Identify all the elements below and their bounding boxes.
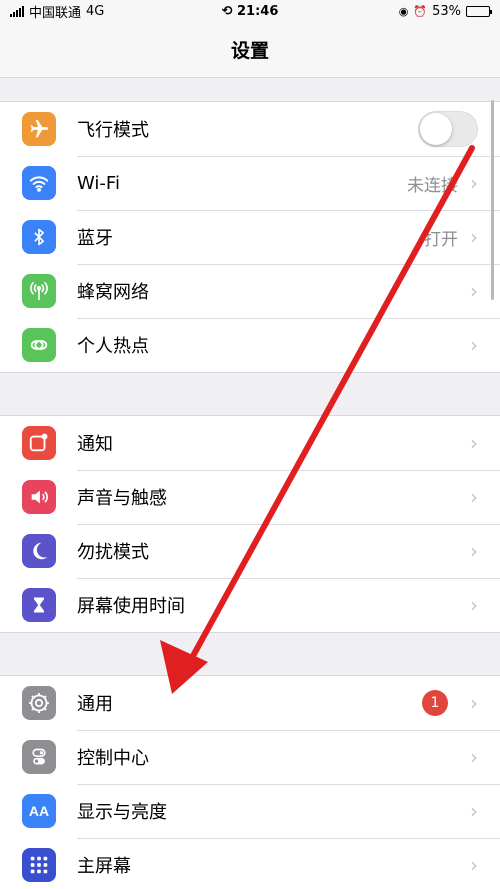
settings-row-control-center[interactable]: 控制中心 › bbox=[0, 730, 500, 784]
alarm-icon: ⏰ bbox=[413, 4, 428, 18]
settings-row-label: 声音与触感 bbox=[77, 488, 167, 509]
settings-group-notifications: 通知 › 声音与触感 › 勿扰模式 › 屏幕使用时间 › bbox=[0, 415, 500, 633]
chevron-right-icon: › bbox=[470, 853, 478, 877]
chevron-right-icon: › bbox=[470, 745, 478, 769]
home-screen-icon bbox=[22, 848, 56, 882]
settings-row-sounds[interactable]: 声音与触感 › bbox=[0, 470, 500, 524]
settings-row-label: 控制中心 bbox=[77, 748, 149, 769]
chevron-right-icon: › bbox=[470, 485, 478, 509]
settings-row-label: Wi-Fi bbox=[77, 172, 120, 194]
settings-row-airplane-mode[interactable]: 飞行模式 bbox=[0, 102, 500, 156]
hotspot-icon bbox=[22, 328, 56, 362]
clock: 21:46 bbox=[237, 3, 279, 19]
notifications-icon bbox=[22, 426, 56, 460]
orientation-lock-icon: ⟲ bbox=[221, 3, 233, 19]
settings-row-notifications[interactable]: 通知 › bbox=[0, 416, 500, 470]
settings-row-hotspot[interactable]: 个人热点 › bbox=[0, 318, 500, 372]
signal-icon bbox=[10, 5, 24, 17]
wifi-icon bbox=[22, 166, 56, 200]
control-center-icon bbox=[22, 740, 56, 774]
settings-row-bluetooth[interactable]: 蓝牙 打开 › bbox=[0, 210, 500, 264]
chevron-right-icon: › bbox=[470, 431, 478, 455]
chevron-right-icon: › bbox=[470, 593, 478, 617]
bluetooth-icon bbox=[22, 220, 56, 254]
settings-row-label: 通知 bbox=[77, 434, 113, 455]
chevron-right-icon: › bbox=[470, 333, 478, 357]
status-bar: 中国联通 4G ⟲ 21:46 ◉ ⏰ 53% bbox=[0, 0, 500, 22]
gear-icon bbox=[22, 686, 56, 720]
update-badge: 1 bbox=[422, 690, 448, 716]
network-type: 4G bbox=[86, 3, 105, 19]
cellular-icon bbox=[22, 274, 56, 308]
settings-row-label: 勿扰模式 bbox=[77, 542, 149, 563]
settings-row-wifi[interactable]: Wi-Fi 未连接 › bbox=[0, 156, 500, 210]
status-left: 中国联通 4G bbox=[10, 2, 104, 21]
chevron-right-icon: › bbox=[470, 225, 478, 249]
settings-group-general: 通用 1 › 控制中心 › AA 显示与亮度 › 主屏幕 › bbox=[0, 675, 500, 889]
settings-row-home-screen[interactable]: 主屏幕 › bbox=[0, 838, 500, 889]
chevron-right-icon: › bbox=[470, 539, 478, 563]
chevron-right-icon: › bbox=[470, 799, 478, 823]
airplane-icon bbox=[22, 112, 56, 146]
airplane-mode-toggle[interactable] bbox=[418, 111, 478, 147]
settings-row-do-not-disturb[interactable]: 勿扰模式 › bbox=[0, 524, 500, 578]
wifi-status-value: 未连接 bbox=[407, 175, 458, 196]
settings-row-display[interactable]: AA 显示与亮度 › bbox=[0, 784, 500, 838]
toggle-knob bbox=[420, 113, 452, 145]
settings-row-label: 屏幕使用时间 bbox=[77, 596, 185, 617]
settings-row-general[interactable]: 通用 1 › bbox=[0, 676, 500, 730]
sounds-icon bbox=[22, 480, 56, 514]
settings-row-screen-time[interactable]: 屏幕使用时间 › bbox=[0, 578, 500, 632]
page-title: 设置 bbox=[230, 40, 269, 62]
location-icon: ◉ bbox=[398, 4, 409, 18]
settings-row-label: 个人热点 bbox=[77, 336, 149, 357]
display-icon: AA bbox=[22, 794, 56, 828]
carrier-name: 中国联通 bbox=[29, 5, 82, 21]
scrollbar[interactable] bbox=[491, 100, 494, 300]
chevron-right-icon: › bbox=[470, 691, 478, 715]
status-right: ◉ ⏰ 53% bbox=[398, 3, 492, 19]
settings-row-label: 显示与亮度 bbox=[77, 802, 167, 823]
bluetooth-status-value: 打开 bbox=[424, 229, 458, 250]
settings-row-label: 通用 bbox=[77, 694, 113, 715]
settings-row-label: 蓝牙 bbox=[77, 228, 113, 249]
settings-row-label: 蜂窝网络 bbox=[77, 282, 149, 303]
battery-icon bbox=[466, 5, 492, 17]
settings-row-label: 飞行模式 bbox=[77, 120, 149, 141]
chevron-right-icon: › bbox=[470, 171, 478, 195]
moon-icon bbox=[22, 534, 56, 568]
settings-row-label: 主屏幕 bbox=[77, 856, 131, 877]
settings-row-cellular[interactable]: 蜂窝网络 › bbox=[0, 264, 500, 318]
settings-group-connectivity: 飞行模式 Wi-Fi 未连接 › 蓝牙 打开 › 蜂窝网络 › 个人热点 › bbox=[0, 101, 500, 373]
battery-percent: 53% bbox=[432, 3, 461, 19]
navigation-bar: 设置 bbox=[0, 22, 500, 78]
chevron-right-icon: › bbox=[470, 279, 478, 303]
hourglass-icon bbox=[22, 588, 56, 622]
